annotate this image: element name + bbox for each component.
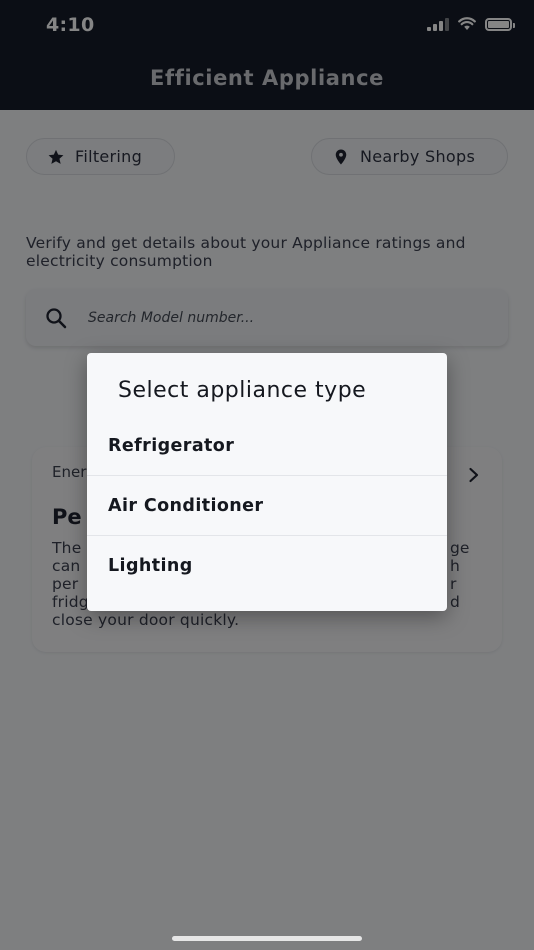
option-air-conditioner[interactable]: Air Conditioner — [87, 476, 447, 536]
home-indicator[interactable] — [172, 936, 362, 941]
dialog-title: Select appliance type — [118, 378, 367, 403]
select-appliance-dialog: Select appliance type Refrigerator Air C… — [87, 353, 447, 611]
option-refrigerator[interactable]: Refrigerator — [87, 416, 447, 476]
option-lighting[interactable]: Lighting — [87, 536, 447, 595]
